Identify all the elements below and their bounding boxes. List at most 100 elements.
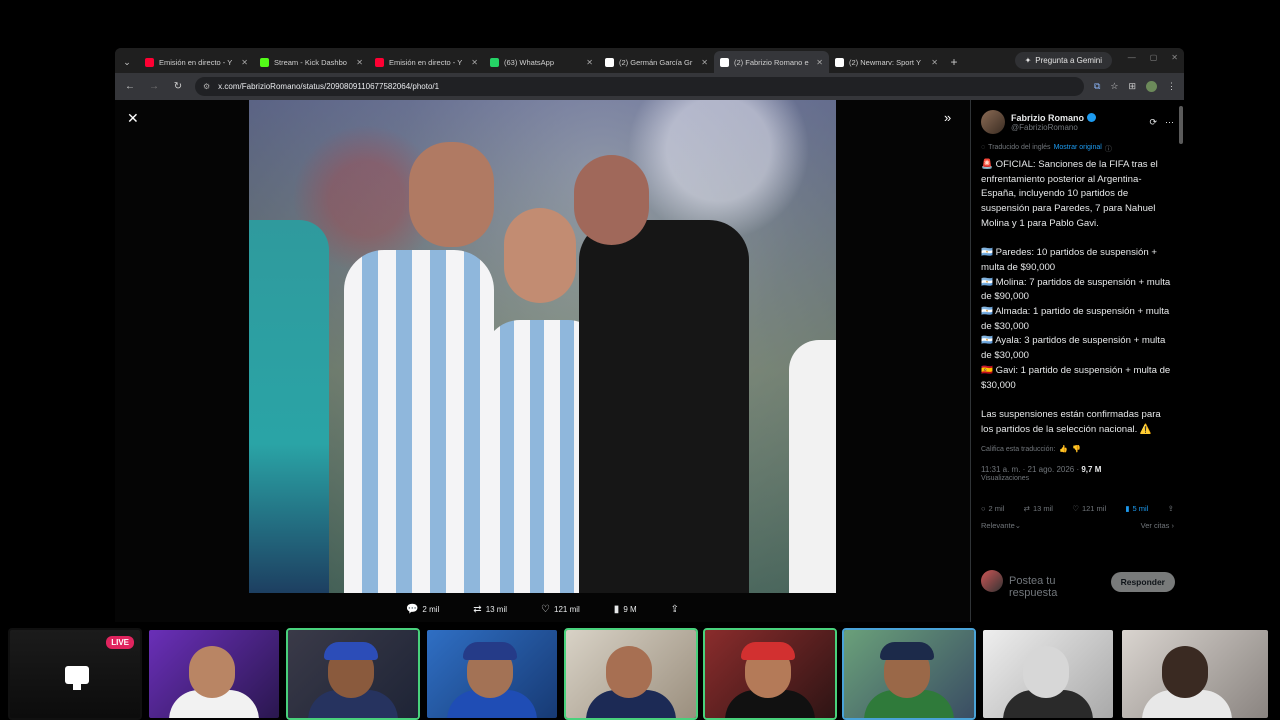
tab-strip: ⌄ Emisión en directo - Y ✕ Stream - Kick D… (115, 48, 1184, 73)
reply-sort-row: Relevante⌄ Ver citas › (981, 521, 1174, 530)
tab-close-icon[interactable]: ✕ (701, 58, 708, 67)
tab-close-icon[interactable]: ✕ (241, 58, 248, 67)
profile-avatar-icon[interactable] (1146, 81, 1157, 92)
repost-stat[interactable]: ⇄ 13 mil (1024, 504, 1053, 513)
tab-title: Emisión en directo - Y (159, 57, 233, 67)
gemini-button[interactable]: ✦ Pregunta a Gemini (1014, 52, 1112, 69)
sidebar-scrollbar[interactable] (1179, 106, 1183, 144)
browser-tab[interactable]: (63) WhatsApp ✕ (484, 51, 599, 73)
thumbs-up-icon[interactable]: 👍 (1059, 445, 1068, 453)
browser-tab[interactable]: (2) Newmarv: Sport Y ✕ (829, 51, 944, 73)
reply-button[interactable]: 💬 2 mil (406, 604, 439, 615)
views-label: Visualizaciones (981, 475, 1030, 483)
info-icon[interactable]: ⓘ (1105, 144, 1112, 154)
author-names: Fabrizio Romano @FabrizioRomano (1011, 113, 1143, 132)
timestamp-text[interactable]: 11:31 a. m. · 21 ago. 2026 · (981, 465, 1081, 474)
views-count: 9 M (623, 604, 637, 614)
translate-icon[interactable]: ⧉ (1094, 81, 1100, 92)
webcam-tile (147, 628, 281, 720)
reply-count: 2 mil (988, 504, 1005, 514)
browser-tab[interactable]: (2) Germán García Gr ✕ (599, 51, 714, 73)
tab-close-icon[interactable]: ✕ (356, 58, 363, 67)
like-count: 121 mil (554, 604, 580, 614)
minimize-icon[interactable]: — (1128, 53, 1136, 62)
views-button[interactable]: ▮ 9 M (614, 604, 637, 615)
collapse-sidebar-icon[interactable]: » (944, 110, 951, 125)
user-avatar[interactable] (981, 570, 1003, 592)
tab-favicon-icon (145, 57, 154, 67)
screen-share-tile: LIVE (8, 628, 142, 720)
author-handle[interactable]: @FabrizioRomano (1011, 123, 1143, 132)
tab-favicon-icon (605, 57, 614, 67)
tab-favicon-icon (375, 57, 384, 67)
browser-tab[interactable]: Stream - Kick Dashbo ✕ (254, 51, 369, 73)
tab-title: (63) WhatsApp (504, 57, 555, 67)
webcam-tile (286, 628, 420, 720)
reply-icon: ○ (981, 504, 986, 514)
browser-menu-icon[interactable]: ⋮ (1167, 81, 1176, 92)
tweet-photo[interactable] (249, 100, 836, 593)
close-icon[interactable]: ✕ (127, 110, 139, 127)
webcam-person (324, 642, 378, 660)
tab-title: (2) Newmarv: Sport Y (849, 57, 921, 67)
sort-dropdown[interactable]: Relevante⌄ (981, 521, 1021, 530)
tab-close-icon[interactable]: ✕ (931, 58, 938, 67)
address-bar[interactable]: ⚙ x.com/FabrizioRomano/status/2090809110… (195, 77, 1084, 96)
webcam-tile (703, 628, 837, 720)
bookmark-star-icon[interactable]: ☆ (1110, 81, 1118, 92)
author-name[interactable]: Fabrizio Romano (1011, 113, 1084, 123)
monitor-icon (65, 666, 89, 684)
tab-close-icon[interactable]: ✕ (586, 58, 593, 67)
reply-submit-button[interactable]: Responder (1110, 572, 1175, 592)
share-icon: ⇪ (1167, 504, 1174, 514)
browser-tab[interactable]: (2) Fabrizio Romano e ✕ (714, 51, 829, 73)
bookmark-stat[interactable]: ▮ 5 mil (1125, 504, 1148, 513)
share-stat[interactable]: ⇪ (1168, 504, 1174, 513)
gemini-icon: ✦ (1024, 56, 1032, 65)
page-content: ✕ » 💬 2 mil ⇄ 13 mil ♡ 121 mil ▮ 9 M ⇪ F… (115, 100, 1184, 622)
photo-figure (249, 220, 329, 593)
reply-stat[interactable]: ○ 2 mil (981, 504, 1004, 513)
webcam-person (1023, 646, 1069, 698)
maximize-icon[interactable]: ▢ (1150, 53, 1158, 62)
repost-count: 13 mil (1032, 504, 1053, 514)
browser-toolbar: ← → ↻ ⚙ x.com/FabrizioRomano/status/2090… (115, 73, 1184, 100)
like-button[interactable]: ♡ 121 mil (541, 604, 580, 615)
tab-favicon-icon (720, 57, 729, 67)
author-avatar[interactable] (981, 110, 1005, 134)
tab-search-icon[interactable]: ⌄ (115, 51, 139, 73)
reply-composer: Postea tu respuesta Responder (981, 570, 1175, 599)
more-options-icon[interactable]: ⋯ (1165, 117, 1174, 128)
photo-figure (579, 220, 749, 593)
repost-icon: ⇄ (1023, 504, 1030, 514)
extensions-icon[interactable]: ⊞ (1128, 81, 1136, 92)
show-original-link[interactable]: Mostrar original (1054, 144, 1102, 154)
tab-close-icon[interactable]: ✕ (471, 58, 478, 67)
repost-button[interactable]: ⇄ 13 mil (473, 604, 507, 615)
photo-figure (504, 208, 576, 303)
tab-close-icon[interactable]: ✕ (816, 58, 823, 67)
reply-input[interactable]: Postea tu respuesta (1009, 570, 1105, 599)
views-icon: ▮ (613, 603, 620, 615)
webcam-person (1162, 646, 1208, 698)
photo-figure (789, 340, 836, 593)
new-tab-icon[interactable]: + (944, 51, 964, 73)
monitor-stand-icon (73, 684, 81, 690)
tweet-author: Fabrizio Romano @FabrizioRomano ⟳ ⋯ (981, 108, 1174, 136)
browser-tab[interactable]: Emisión en directo - Y ✕ (369, 51, 484, 73)
view-quotes-link[interactable]: Ver citas › (1141, 521, 1174, 530)
browser-tab[interactable]: Emisión en directo - Y ✕ (139, 51, 254, 73)
site-info-icon[interactable]: ⚙ (203, 82, 210, 91)
reload-icon[interactable]: ↻ (171, 81, 185, 92)
grok-icon[interactable]: ⟳ (1149, 117, 1157, 128)
tweet-timestamp: 11:31 a. m. · 21 ago. 2026 · 9,7 M (981, 465, 1174, 474)
like-stat[interactable]: ♡ 121 mil (1072, 504, 1106, 513)
forward-icon[interactable]: → (147, 81, 161, 92)
back-icon[interactable]: ← (123, 81, 137, 92)
window-close-icon[interactable]: ✕ (1171, 53, 1178, 62)
reply-count: 2 mil (422, 604, 440, 614)
repost-count: 13 mil (485, 604, 508, 614)
thumbs-down-icon[interactable]: 👎 (1072, 445, 1081, 453)
webcam-tile (842, 628, 976, 720)
share-button[interactable]: ⇪ (671, 604, 679, 615)
